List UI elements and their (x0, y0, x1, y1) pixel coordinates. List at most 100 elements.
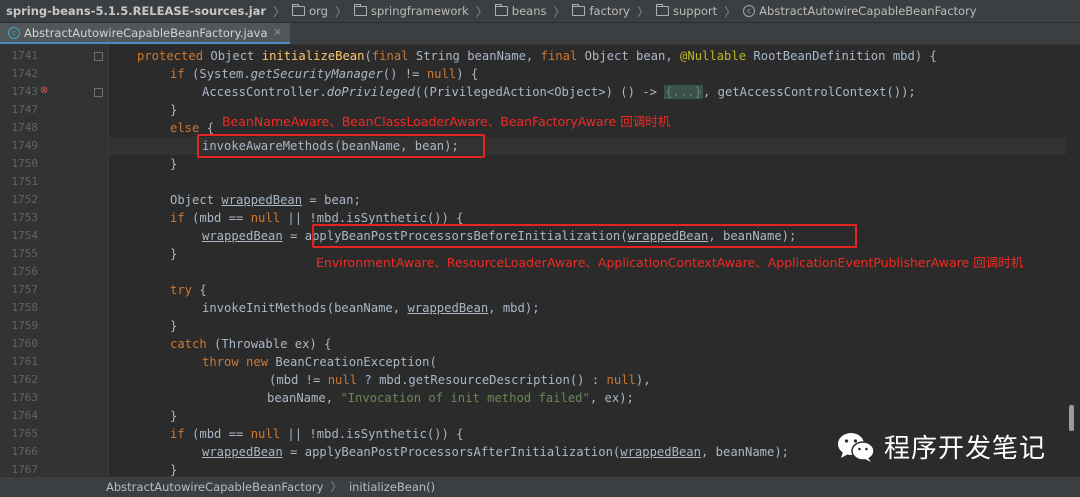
watermark: 程序开发笔记 (836, 428, 1046, 465)
line-number: 1743 (11, 85, 39, 98)
code-line-1765[interactable]: if (mbd == null || !mbd.isSynthetic()) { (170, 425, 464, 443)
code-token: catch (170, 337, 215, 351)
code-token: final (371, 49, 416, 63)
code-token: RootBeanDefinition mbd) { (753, 49, 937, 63)
code-token: { (199, 283, 207, 297)
folded-code-block[interactable]: {...} (664, 85, 703, 99)
line-number: 1761 (11, 355, 39, 368)
breadcrumb-beans[interactable]: beans (491, 4, 551, 18)
code-line-1750[interactable]: } (170, 155, 177, 173)
breadcrumb-factory[interactable]: factory (568, 4, 634, 18)
code-token: , ex); (589, 391, 634, 405)
code-token: Object (210, 49, 262, 63)
code-line-1758[interactable]: invokeInitMethods(beanName, wrappedBean,… (202, 299, 540, 317)
code-line-1759[interactable]: } (170, 317, 177, 335)
folder-icon (354, 4, 368, 16)
code-token: beanName, (267, 391, 341, 405)
code-token: (mbd != (269, 373, 328, 387)
code-line-1761[interactable]: throw new BeanCreationException( (202, 353, 437, 371)
fold-marker-icon[interactable] (94, 52, 103, 61)
code-token: @Nullable (680, 49, 754, 63)
code-token: , beanName); (700, 445, 790, 459)
breadcrumb-class[interactable]: c AbstractAutowireCapableBeanFactory (739, 4, 980, 18)
code-line-1763[interactable]: beanName, "Invocation of init method fai… (267, 389, 634, 407)
code-token: doPrivileged (326, 85, 415, 99)
wechat-icon (838, 432, 875, 462)
code-token: if (170, 67, 193, 81)
breadcrumb-separator: 〉 (335, 4, 348, 19)
breadcrumb-factory-label: factory (589, 4, 630, 18)
folder-icon (572, 4, 586, 16)
code-token: BeanCreationException( (275, 355, 437, 369)
breadcrumb-separator: 〉 (724, 4, 737, 19)
line-number: 1758 (11, 301, 39, 314)
code-token: Object (170, 193, 222, 207)
code-line-1752[interactable]: Object wrappedBean = bean; (170, 191, 361, 209)
code-token: String beanName, (415, 49, 541, 63)
code-line-1762[interactable]: (mbd != null ? mbd.getResourceDescriptio… (269, 371, 651, 389)
code-token: , getAccessControlContext()); (702, 85, 916, 99)
code-token: (Throwable ex) { (214, 337, 332, 351)
code-line-1767[interactable]: } (170, 461, 177, 476)
code-line-1766[interactable]: wrappedBean = applyBeanPostProcessorsAft… (202, 443, 789, 461)
vertical-scrollbar[interactable] (1069, 405, 1074, 431)
folder-icon (656, 4, 669, 16)
aware-annotation-2: EnvironmentAware、ResourceLoaderAware、App… (316, 255, 1024, 270)
breadcrumb-org[interactable]: org (288, 4, 332, 18)
line-number: 1741 (11, 49, 39, 62)
breakpoint-icon[interactable]: ⊗ (40, 85, 48, 96)
code-token: null (250, 427, 281, 441)
breadcrumb-springframework[interactable]: springframework (350, 4, 473, 18)
close-icon[interactable]: × (274, 27, 282, 38)
tab-abstractautowirecapablebeanfactory[interactable]: c AbstractAutowireCapableBeanFactory.jav… (0, 23, 290, 44)
navigation-breadcrumb: spring-beans-5.1.5.RELEASE-sources.jar 〉… (0, 0, 1080, 23)
code-line-1755[interactable]: } (170, 245, 177, 263)
code-line-1764[interactable]: } (170, 407, 177, 425)
editor-gutter[interactable]: 1741 1742 1743 1747 1748 1749 1750 1751 … (0, 45, 120, 476)
folder-icon (292, 4, 306, 16)
breadcrumb-separator: 〉 (553, 4, 566, 19)
code-token: null (606, 373, 636, 387)
code-token: wrappedBean (202, 229, 283, 243)
code-token: } (170, 103, 178, 117)
code-token: } (170, 463, 178, 476)
line-number: 1751 (11, 175, 39, 188)
line-number: 1756 (11, 265, 39, 278)
code-token: AccessController. (202, 85, 327, 99)
code-editor[interactable]: protected Object initializeBean(final St… (109, 45, 1066, 476)
code-token: , mbd); (488, 301, 540, 315)
code-token: ( (364, 49, 372, 63)
method-breadcrumb-bar: AbstractAutowireCapableBeanFactory 〉 ini… (0, 476, 1080, 497)
code-line-1760[interactable]: catch (Throwable ex) { (170, 335, 331, 353)
line-number: 1752 (11, 193, 39, 206)
code-token: wrappedBean (407, 301, 489, 315)
line-number: 1747 (11, 103, 39, 116)
status-class-name[interactable]: AbstractAutowireCapableBeanFactory (106, 480, 323, 494)
code-token: null (426, 67, 457, 81)
line-number: 1742 (11, 67, 39, 80)
fold-marker-icon[interactable] (94, 88, 103, 97)
class-icon: c (743, 5, 756, 17)
code-token: if (170, 427, 193, 441)
line-number: 1748 (11, 121, 39, 134)
code-line-1757[interactable]: try { (170, 281, 207, 299)
breadcrumb-support[interactable]: support (652, 4, 721, 18)
breadcrumb-separator: 〉 (475, 4, 488, 19)
highlight-box-before-initialization (312, 224, 857, 248)
java-class-icon: c (8, 26, 20, 39)
breadcrumb-jar[interactable]: spring-beans-5.1.5.RELEASE-sources.jar (0, 4, 270, 18)
code-token: throw new (202, 355, 276, 369)
code-token: ((PrivilegedAction<Object>) () -> (414, 85, 665, 99)
code-line-1747[interactable]: } (170, 101, 177, 119)
code-line-1743[interactable]: AccessController.doPrivileged((Privilege… (202, 83, 916, 101)
code-token: null (250, 211, 281, 225)
status-method-name[interactable]: initializeBean() (349, 480, 435, 494)
code-line-1741[interactable]: protected Object initializeBean(final St… (137, 47, 937, 65)
line-number: 1764 (11, 409, 39, 422)
code-token: Object bean, (584, 49, 681, 63)
line-number: 1753 (11, 211, 39, 224)
code-token: if (170, 211, 193, 225)
code-token: = applyBeanPostProcessorsAfterInitializa… (282, 445, 621, 459)
code-line-1742[interactable]: if (System.getSecurityManager() != null)… (170, 65, 478, 83)
line-number: 1754 (11, 229, 39, 242)
